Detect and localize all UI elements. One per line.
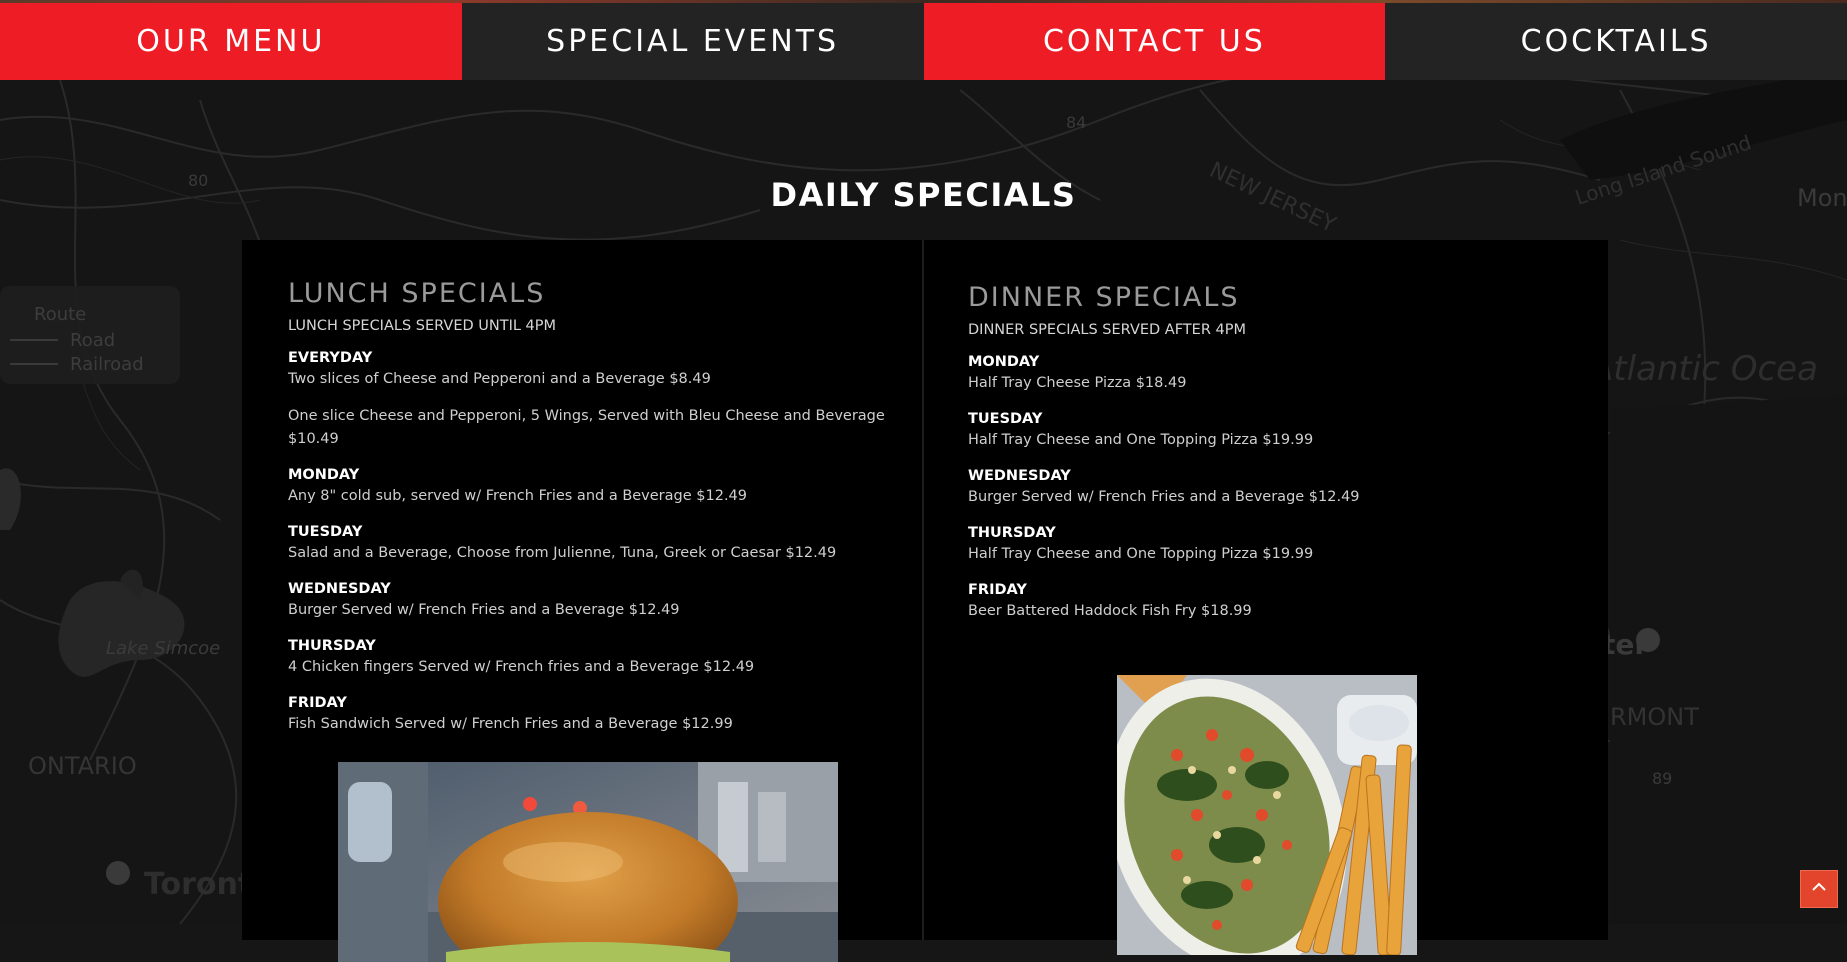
- day-name: WEDNESDAY: [968, 468, 1071, 484]
- dinner-dish-photo: [1117, 675, 1417, 955]
- day-name: TUESDAY: [288, 524, 363, 540]
- lunch-day-everyday: EVERYDAY Two slices of Cheese and Pepper…: [288, 350, 888, 451]
- day-description: Burger Served w/ French Fries and a Beve…: [288, 602, 680, 618]
- day-name: MONDAY: [968, 354, 1040, 370]
- lunch-day-wednesday: WEDNESDAY Burger Served w/ French Fries …: [288, 581, 888, 622]
- dinner-day-wednesday: WEDNESDAY Burger Served w/ French Fries …: [968, 468, 1568, 509]
- specials-panel: LUNCH SPECIALS LUNCH SPECIALS SERVED UNT…: [242, 240, 1608, 962]
- map-legend-route: Route: [34, 304, 86, 325]
- dinner-day-monday: MONDAY Half Tray Cheese Pizza $18.49: [968, 354, 1568, 395]
- day-description: 4 Chicken fingers Served w/ French fries…: [288, 659, 755, 675]
- day-name: EVERYDAY: [288, 350, 373, 366]
- day-name: THURSDAY: [968, 525, 1056, 541]
- map-legend-railroad: Railroad: [70, 354, 144, 375]
- day-description: Half Tray Cheese and One Topping Pizza $…: [968, 432, 1314, 448]
- nav-special-events[interactable]: SPECIAL EVENTS: [461, 3, 924, 80]
- day-description: Burger Served w/ French Fries and a Beve…: [968, 489, 1360, 505]
- map-route-89: 89: [1652, 769, 1672, 788]
- lunch-burger-photo: [338, 762, 838, 962]
- dinner-title: DINNER SPECIALS: [968, 282, 1240, 313]
- map-label-ontario: ONTARIO: [28, 752, 137, 780]
- day-name: FRIDAY: [288, 695, 347, 711]
- map-label-lake-simcoe: Lake Simcoe: [106, 638, 220, 659]
- map-label-atlantic-ocean: Atlantic Ocea: [1588, 349, 1818, 389]
- dinner-day-friday: FRIDAY Beer Battered Haddock Fish Fry $1…: [968, 582, 1568, 623]
- day-description: Salad and a Beverage, Choose from Julien…: [288, 545, 837, 561]
- day-description: Half Tray Cheese and One Topping Pizza $…: [968, 546, 1314, 562]
- panel-divider: [922, 240, 924, 940]
- lunch-day-monday: MONDAY Any 8" cold sub, served w/ French…: [288, 467, 888, 508]
- chevron-up-icon: [1811, 879, 1827, 899]
- day-name: TUESDAY: [968, 411, 1043, 427]
- page-title: DAILY SPECIALS: [770, 176, 1077, 214]
- lunch-day-friday: FRIDAY Fish Sandwich Served w/ French Fr…: [288, 695, 888, 736]
- nav-cocktails[interactable]: COCKTAILS: [1385, 3, 1847, 80]
- day-description: Any 8" cold sub, served w/ French Fries …: [288, 488, 748, 504]
- dinner-specials-column: DINNER SPECIALS DINNER SPECIALS SERVED A…: [968, 282, 1568, 623]
- day-name: THURSDAY: [288, 638, 376, 654]
- main-navigation: OUR MENU SPECIAL EVENTS CONTACT US COCKT…: [0, 3, 1847, 80]
- scroll-to-top-button[interactable]: [1800, 870, 1838, 908]
- lunch-subtitle: LUNCH SPECIALS SERVED UNTIL 4PM: [288, 318, 557, 334]
- day-name: WEDNESDAY: [288, 581, 391, 597]
- day-description: Half Tray Cheese Pizza $18.49: [968, 375, 1187, 391]
- map-label-vermont: RMONT: [1610, 703, 1699, 731]
- lunch-title: LUNCH SPECIALS: [288, 278, 546, 309]
- day-name: FRIDAY: [968, 582, 1027, 598]
- day-description: Beer Battered Haddock Fish Fry $18.99: [968, 603, 1252, 619]
- map-legend-road: Road: [70, 330, 115, 351]
- map-label-ter: ter: [1602, 628, 1648, 661]
- map-route-84: 84: [1066, 113, 1086, 132]
- day-description: Two slices of Cheese and Pepperoni and a…: [288, 371, 711, 387]
- day-description-extra: One slice Cheese and Pepperoni, 5 Wings,…: [288, 408, 885, 447]
- nav-contact-us[interactable]: CONTACT US: [923, 3, 1386, 80]
- nav-our-menu[interactable]: OUR MENU: [0, 3, 462, 80]
- dinner-day-thursday: THURSDAY Half Tray Cheese and One Toppin…: [968, 525, 1568, 566]
- lunch-day-tuesday: TUESDAY Salad and a Beverage, Choose fro…: [288, 524, 888, 565]
- lunch-day-thursday: THURSDAY 4 Chicken fingers Served w/ Fre…: [288, 638, 888, 679]
- dinner-day-tuesday: TUESDAY Half Tray Cheese and One Topping…: [968, 411, 1568, 452]
- lunch-specials-column: LUNCH SPECIALS LUNCH SPECIALS SERVED UNT…: [288, 278, 888, 736]
- dinner-subtitle: DINNER SPECIALS SERVED AFTER 4PM: [968, 322, 1246, 338]
- map-label-toronto: Toront: [144, 867, 252, 902]
- day-name: MONDAY: [288, 467, 360, 483]
- day-description: Fish Sandwich Served w/ French Fries and…: [288, 716, 733, 732]
